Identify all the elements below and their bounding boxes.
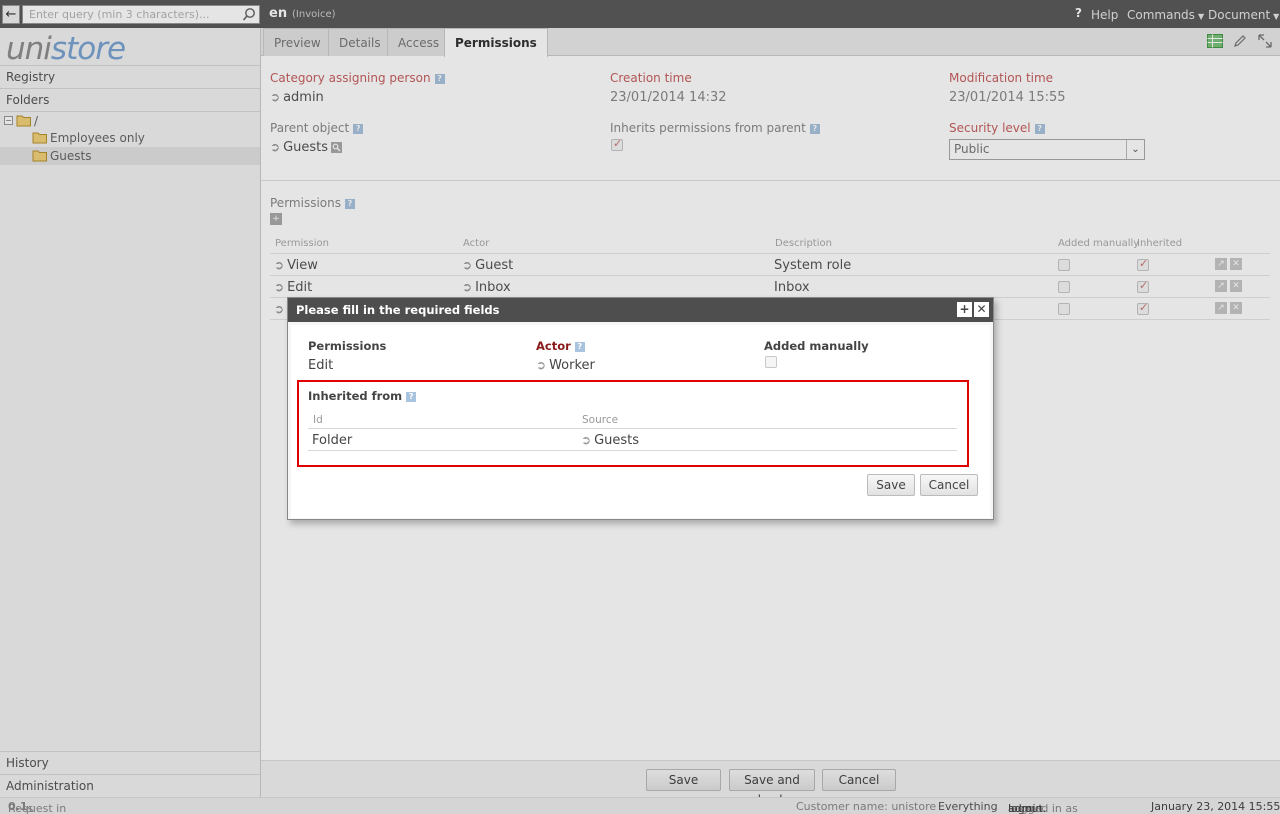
cell-text: Guests [594, 433, 640, 448]
added-manually-checkbox[interactable] [765, 356, 777, 368]
column-header-source[interactable]: Source [582, 414, 618, 426]
source-cell[interactable]: ➲ Guests [581, 433, 639, 448]
divider [308, 428, 957, 429]
dialog-header[interactable]: Please fill in the required fields + ✕ [288, 298, 993, 322]
link-arrow-icon: ➲ [581, 433, 592, 447]
value-text: Worker [549, 358, 595, 373]
close-icon[interactable]: ✕ [974, 302, 989, 317]
id-cell: Folder [312, 433, 353, 448]
link-arrow-icon: ➲ [536, 358, 547, 372]
dialog-cancel-button[interactable]: Cancel [920, 474, 978, 496]
dialog-title: Please fill in the required fields [296, 303, 500, 317]
added-manually-label: Added manually [764, 339, 869, 353]
required-fields-dialog: Please fill in the required fields + ✕ P… [287, 297, 994, 520]
label-text: Inherited from [308, 389, 403, 403]
dialog-save-button[interactable]: Save [867, 474, 915, 496]
label-text: Actor [536, 339, 571, 353]
column-header-id[interactable]: Id [313, 414, 323, 426]
maximize-icon[interactable]: + [957, 302, 972, 317]
help-icon[interactable]: ? [406, 391, 417, 402]
divider [308, 450, 957, 451]
help-icon[interactable]: ? [574, 341, 585, 352]
dialog-body: Permissions Edit Actor? ➲ Worker Added ma… [291, 325, 990, 518]
permissions-value: Edit [308, 358, 334, 373]
actor-value[interactable]: ➲ Worker [536, 358, 595, 373]
permissions-label: Permissions [308, 339, 387, 353]
inherited-from-title: Inherited from? [308, 389, 417, 403]
actor-label: Actor? [536, 339, 585, 353]
